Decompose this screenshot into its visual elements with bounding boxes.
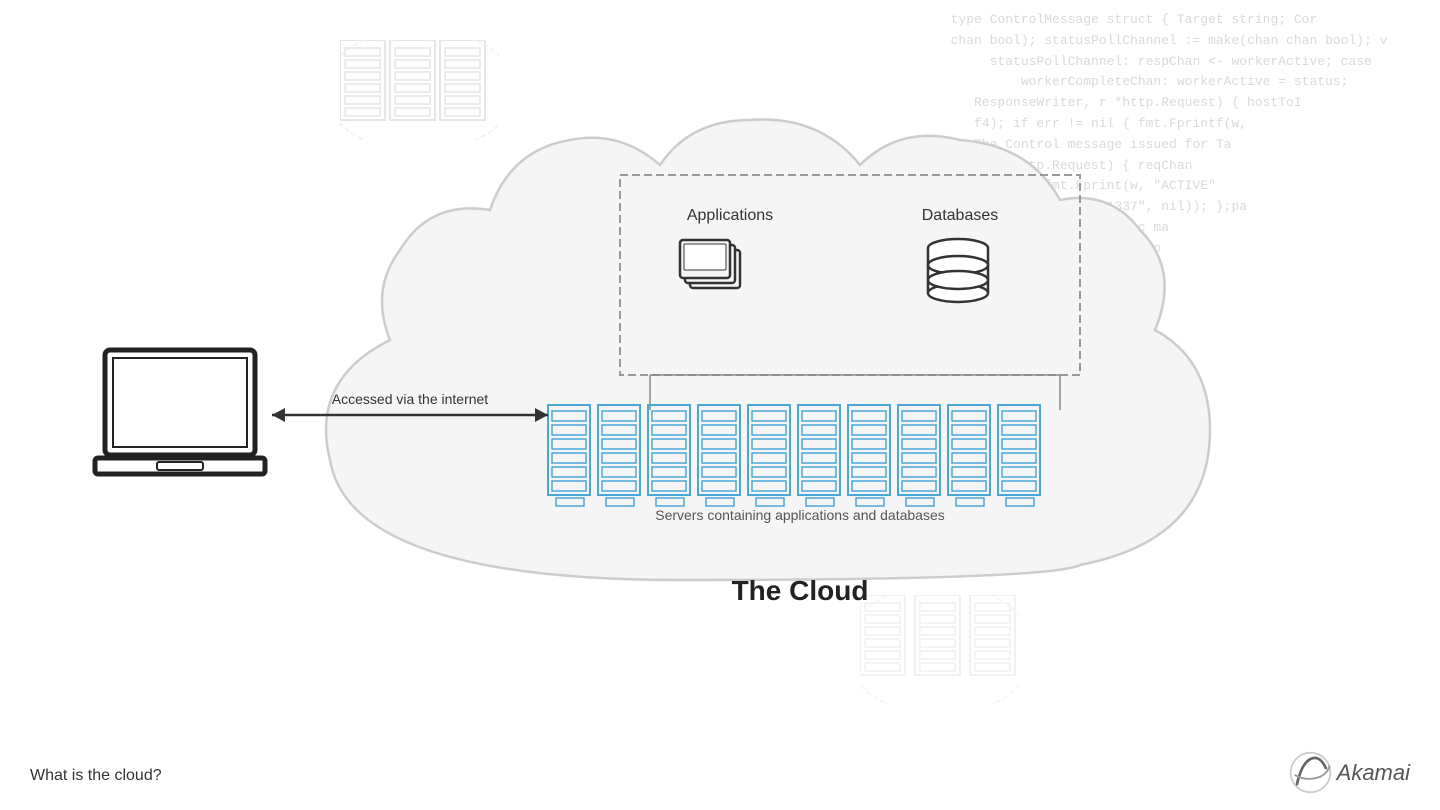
- servers-label: Servers containing applications and data…: [655, 507, 945, 523]
- laptop-icon: [95, 350, 265, 474]
- akamai-logo-icon: [1288, 750, 1333, 795]
- databases-label: Databases: [922, 207, 999, 224]
- applications-label: Applications: [687, 207, 773, 224]
- applications-icon: [680, 240, 740, 288]
- akamai-logo: Akamai: [1288, 750, 1410, 795]
- slide-label: What is the cloud?: [30, 767, 162, 785]
- access-text: Accessed via the internet: [332, 391, 489, 407]
- diagram-svg: Applications Databases: [0, 0, 1440, 810]
- cloud-title: The Cloud: [732, 575, 869, 606]
- databases-icon: [928, 239, 988, 302]
- main-content: Applications Databases: [0, 0, 1440, 810]
- akamai-logo-text: Akamai: [1337, 760, 1410, 786]
